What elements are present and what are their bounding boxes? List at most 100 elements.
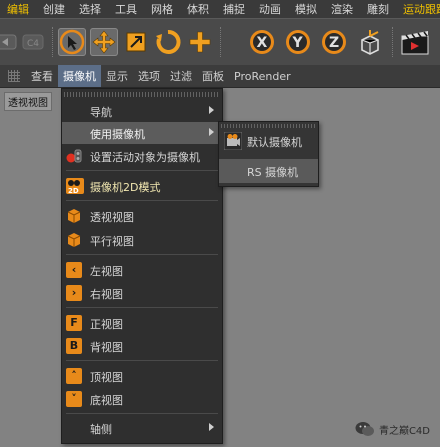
top-view-icon: ˄ (66, 368, 82, 384)
left-view-icon: ‹ (66, 262, 82, 278)
svg-text:Z: Z (329, 35, 339, 51)
viewbar-prorender[interactable]: ProRender (229, 67, 296, 86)
use-camera-submenu: 默认摄像机 RS 摄像机 (218, 121, 319, 187)
menu-item-label: 透视视图 (90, 211, 134, 224)
render-view-button[interactable] (400, 28, 429, 56)
world-coordinates-icon (361, 30, 379, 55)
menu-item-perspective[interactable]: 透视视图 (62, 205, 222, 227)
menu-render[interactable]: 渲染 (324, 1, 360, 17)
bottom-view-icon: ˅ (66, 391, 82, 407)
menu-item-back-view[interactable]: B 背视图 (62, 335, 222, 357)
right-view-icon: › (66, 285, 82, 301)
menu-item-navigation[interactable]: 导航 (62, 100, 222, 122)
plus-move-icon (189, 31, 211, 53)
menu-divider (66, 254, 218, 255)
back-view-icon: B (66, 338, 82, 354)
svg-text:2D: 2D (68, 187, 79, 194)
main-toolbar: C4 X Y Z (0, 18, 440, 66)
menu-grip (221, 124, 316, 128)
menu-animate[interactable]: 动画 (252, 1, 288, 17)
menu-divider (66, 307, 218, 308)
menu-create[interactable]: 创建 (36, 1, 72, 17)
camera-set-icon (66, 148, 82, 164)
menu-divider (66, 360, 218, 361)
viewport-menu-bar: 查看 摄像机 显示 选项 过滤 面板 ProRender (0, 65, 440, 88)
menu-item-label: 设置活动对象为摄像机 (90, 151, 200, 164)
menu-item-bottom-view[interactable]: ˅ 底视图 (62, 388, 222, 410)
rotate-button[interactable] (154, 28, 182, 56)
viewbar-options[interactable]: 选项 (133, 65, 165, 87)
menu-item-label: 正视图 (90, 318, 123, 331)
menu-item-axonometric[interactable]: 轴侧 (62, 417, 222, 439)
menu-item-use-camera[interactable]: 使用摄像机 (62, 122, 222, 144)
svg-text:X: X (257, 35, 268, 51)
menu-item-label: 轴侧 (90, 423, 112, 436)
live-select-button[interactable] (58, 28, 86, 56)
toolbar-separator (220, 27, 225, 57)
perspective-cube-icon (66, 208, 82, 224)
menu-item-front-view[interactable]: F 正视图 (62, 312, 222, 334)
menu-item-label: 背视图 (90, 341, 123, 354)
viewbar-view[interactable]: 查看 (26, 65, 58, 87)
menu-item-parallel[interactable]: 平行视图 (62, 229, 222, 251)
submenu-item-label: 默认摄像机 (247, 136, 302, 149)
toolbar-separator (52, 27, 57, 57)
coordinate-system-button[interactable] (356, 28, 384, 56)
submenu-arrow-icon (209, 423, 214, 431)
cursor-icon (59, 29, 85, 55)
menu-divider (66, 170, 218, 171)
menu-mesh[interactable]: 网格 (144, 1, 180, 17)
rotate-icon (156, 30, 181, 54)
undo-button[interactable] (0, 28, 20, 56)
menu-grip (64, 92, 220, 97)
menu-tools[interactable]: 工具 (108, 1, 144, 17)
submenu-arrow-icon (209, 128, 214, 136)
menu-motion-tracking[interactable]: 运动跟踪 (396, 1, 440, 17)
grip-icon[interactable] (8, 70, 20, 82)
wechat-logo-icon (355, 422, 374, 436)
menu-edit[interactable]: 编辑 (0, 1, 36, 17)
menu-simulate[interactable]: 模拟 (288, 1, 324, 17)
submenu-item-rs-camera[interactable]: RS 摄像机 (219, 159, 318, 183)
watermark-text: 青之巅C4D (378, 425, 430, 437)
menu-item-camera-2d-mode[interactable]: 2D 摄像机2D模式 (62, 175, 222, 197)
clapperboard-icon (401, 31, 429, 55)
submenu-arrow-icon (209, 106, 214, 114)
x-axis-icon: X (250, 30, 274, 54)
x-axis-button[interactable]: X (248, 28, 276, 56)
viewport-label: 透视视图 (4, 92, 52, 111)
menu-item-label: 平行视图 (90, 235, 134, 248)
z-axis-button[interactable]: Z (320, 28, 348, 56)
menu-volume[interactable]: 体积 (180, 1, 216, 17)
y-axis-icon: Y (286, 30, 310, 54)
menu-item-set-active-as-camera[interactable]: 设置活动对象为摄像机 (62, 145, 222, 167)
front-view-icon: F (66, 315, 82, 331)
menu-select[interactable]: 选择 (72, 1, 108, 17)
move-button[interactable] (90, 28, 118, 56)
submenu-item-label: RS 摄像机 (247, 166, 299, 179)
scale-icon (126, 32, 146, 52)
viewbar-display[interactable]: 显示 (101, 65, 133, 87)
undo-icon (0, 34, 17, 50)
menu-item-right-view[interactable]: › 右视图 (62, 282, 222, 304)
viewbar-filter[interactable]: 过滤 (165, 65, 197, 87)
submenu-item-default-camera[interactable]: 默认摄像机 (219, 129, 318, 153)
svg-text:C4: C4 (27, 39, 39, 49)
menu-snap[interactable]: 捕捉 (216, 1, 252, 17)
scale-button[interactable] (122, 28, 150, 56)
svg-text:Y: Y (292, 35, 304, 51)
menu-sculpt[interactable]: 雕刻 (360, 1, 396, 17)
menu-item-left-view[interactable]: ‹ 左视图 (62, 259, 222, 281)
z-axis-icon: Z (322, 30, 346, 54)
menu-item-label: 顶视图 (90, 371, 123, 384)
menu-item-top-view[interactable]: ˄ 顶视图 (62, 365, 222, 387)
parallel-cube-icon (66, 232, 82, 248)
viewbar-panel[interactable]: 面板 (197, 65, 229, 87)
menu-item-label: 左视图 (90, 265, 123, 278)
viewbar-cameras[interactable]: 摄像机 (58, 65, 101, 87)
menu-item-label: 右视图 (90, 288, 123, 301)
redo-button[interactable]: C4 (20, 28, 48, 56)
menu-item-label: 底视图 (90, 394, 123, 407)
y-axis-button[interactable]: Y (284, 28, 312, 56)
recent-tools-button[interactable] (186, 28, 214, 56)
